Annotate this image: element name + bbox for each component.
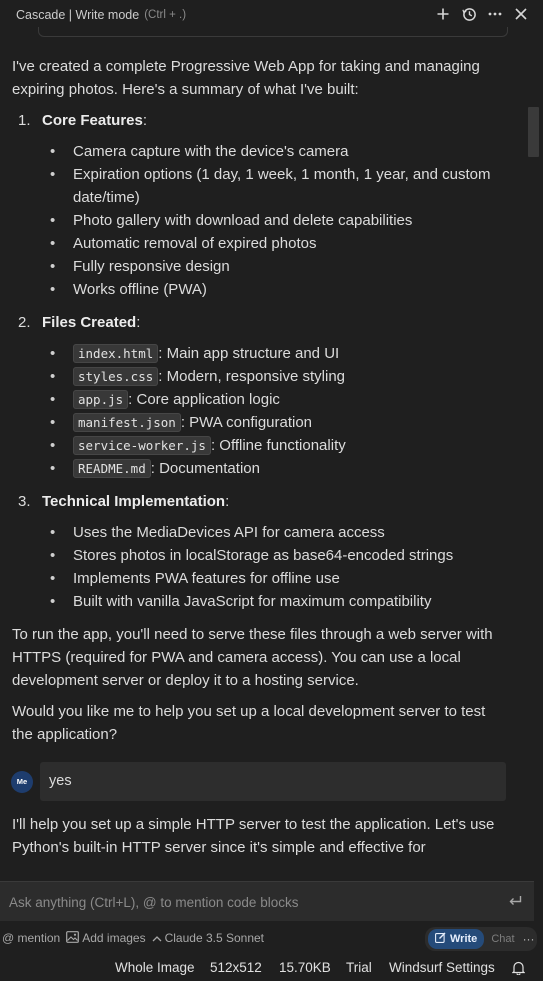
status-settings[interactable]: Windsurf Settings xyxy=(389,960,495,975)
file-item: service-worker.js: Offline functionality xyxy=(42,434,507,457)
list-item: Fully responsive design xyxy=(42,255,507,278)
file-description: : Offline functionality xyxy=(210,437,346,454)
user-message-bubble[interactable]: yes xyxy=(40,762,506,801)
chat-input[interactable] xyxy=(0,882,480,922)
file-list: index.html: Main app structure and UI st… xyxy=(42,342,507,480)
user-message: Me yes xyxy=(11,762,507,801)
file-description: : PWA configuration xyxy=(180,414,313,431)
chevron-up-icon xyxy=(152,931,162,945)
submit-enter-icon[interactable] xyxy=(508,894,522,912)
file-item: app.js: Core application logic xyxy=(42,388,507,411)
conversation-area[interactable]: I've created a complete Progressive Web … xyxy=(0,37,527,881)
status-bar: Whole Image 512x512 15.70KB Trial Windsu… xyxy=(0,955,543,981)
file-name-code[interactable]: index.html xyxy=(73,344,159,363)
section-technical-implementation: 3. Technical Implementation: Uses the Me… xyxy=(12,490,507,613)
cascade-titlebar: Cascade | Write mode (Ctrl + .) xyxy=(0,0,543,30)
file-item: styles.css: Modern, responsive styling xyxy=(42,365,507,388)
chat-input-container xyxy=(0,881,534,922)
implementation-list: Uses the MediaDevices API for camera acc… xyxy=(42,521,507,613)
list-item: Stores photos in localStorage as base64-… xyxy=(42,544,507,567)
list-item: Uses the MediaDevices API for camera acc… xyxy=(42,521,507,544)
list-item: Implements PWA features for offline use xyxy=(42,567,507,590)
list-item: Works offline (PWA) xyxy=(42,278,507,301)
mention-button[interactable]: @ mention xyxy=(2,931,60,945)
previous-block-edge xyxy=(38,27,508,37)
history-icon[interactable] xyxy=(461,4,477,24)
close-icon[interactable] xyxy=(513,4,529,24)
section-heading: Files Created xyxy=(42,314,137,331)
list-item: Expiration options (1 day, 1 week, 1 mon… xyxy=(42,163,507,209)
shortcut-hint: (Ctrl + .) xyxy=(144,9,187,21)
section-heading: Core Features xyxy=(42,112,143,129)
status-trial[interactable]: Trial xyxy=(346,960,372,975)
list-item: Built with vanilla JavaScript for maximu… xyxy=(42,590,507,613)
section-number: 2. xyxy=(18,314,31,331)
scrollbar-thumb[interactable] xyxy=(528,107,539,157)
file-item: index.html: Main app structure and UI xyxy=(42,342,507,365)
file-name-code[interactable]: README.md xyxy=(73,459,151,478)
file-name-code[interactable]: manifest.json xyxy=(73,413,181,432)
file-description: : Main app structure and UI xyxy=(158,345,340,362)
write-mode-button[interactable]: Write xyxy=(428,929,485,949)
chat-mode-button[interactable]: Chat xyxy=(491,933,514,945)
mode-more-button[interactable]: ··· xyxy=(523,932,535,946)
section-core-features: 1. Core Features: Camera capture with th… xyxy=(12,109,507,301)
assistant-reply-streaming: I'll help you set up a simple HTTP serve… xyxy=(12,816,495,856)
mode-toggle: Write Chat ··· xyxy=(425,927,537,951)
status-whole-image[interactable]: Whole Image xyxy=(115,960,195,975)
assistant-intro: I've created a complete Progressive Web … xyxy=(12,58,480,98)
notification-bell-icon[interactable] xyxy=(511,961,526,978)
content-fade xyxy=(0,862,527,882)
section-number: 3. xyxy=(18,493,31,510)
status-dimensions: 512x512 xyxy=(210,960,262,975)
title-actions xyxy=(435,4,529,24)
model-selector[interactable]: Claude 3.5 Sonnet xyxy=(152,931,264,945)
file-item: README.md: Documentation xyxy=(42,457,507,480)
mention-label: @ mention xyxy=(2,931,61,945)
new-conversation-plus-icon[interactable] xyxy=(435,4,451,24)
list-item: Automatic removal of expired photos xyxy=(42,232,507,255)
file-name-code[interactable]: service-worker.js xyxy=(73,436,211,455)
more-options-icon[interactable] xyxy=(487,4,503,24)
file-name-code[interactable]: app.js xyxy=(73,390,129,409)
assistant-paragraph-run-app: To run the app, you'll need to serve the… xyxy=(12,626,493,689)
user-avatar: Me xyxy=(11,770,33,793)
file-description: : Core application logic xyxy=(128,391,280,408)
image-icon xyxy=(66,930,80,946)
file-name-code[interactable]: styles.css xyxy=(73,367,159,386)
list-item: Photo gallery with download and delete c… xyxy=(42,209,507,232)
summary-list: 1. Core Features: Camera capture with th… xyxy=(12,109,507,613)
write-label: Write xyxy=(450,933,478,945)
status-file-size: 15.70KB xyxy=(279,960,331,975)
edit-pencil-icon xyxy=(435,932,446,946)
input-toolbar: @ mention Add images Claude 3.5 Sonnet W… xyxy=(0,925,543,951)
assistant-paragraph-question: Would you like me to help you set up a l… xyxy=(12,703,486,743)
list-item: Camera capture with the device's camera xyxy=(42,140,507,163)
section-number: 1. xyxy=(18,112,31,129)
file-description: : Modern, responsive styling xyxy=(158,368,346,385)
add-images-button[interactable]: Add images xyxy=(66,930,146,946)
file-item: manifest.json: PWA configuration xyxy=(42,411,507,434)
feature-list: Camera capture with the device's camera … xyxy=(42,140,507,301)
section-files-created: 2. Files Created: index.html: Main app s… xyxy=(12,311,507,480)
file-description: : Documentation xyxy=(150,460,260,477)
section-heading: Technical Implementation xyxy=(42,493,226,510)
model-label: Claude 3.5 Sonnet xyxy=(164,931,265,945)
add-images-label: Add images xyxy=(82,931,146,945)
panel-title: Cascade | Write mode xyxy=(16,8,140,22)
